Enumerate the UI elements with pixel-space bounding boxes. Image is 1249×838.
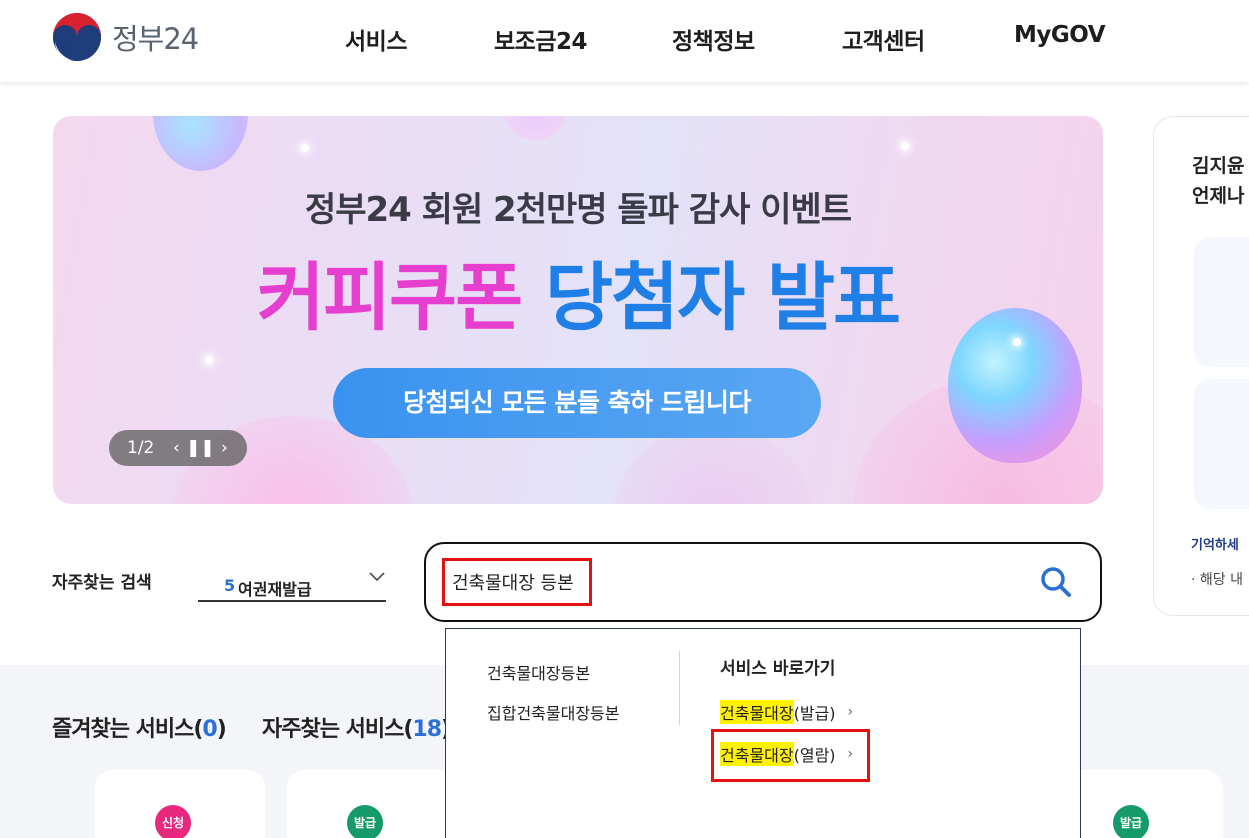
search-icon[interactable]: [1038, 564, 1074, 600]
frequent-search-term: 여권재발급: [238, 580, 312, 599]
pause-icon[interactable]: ❚❚: [186, 434, 215, 462]
issue-badge: 발급: [1113, 805, 1149, 838]
chevron-down-icon: [369, 572, 385, 582]
chevron-right-icon: ›: [847, 704, 854, 720]
banner-slider-controls: 1/2 ‹ ❚❚ ›: [109, 430, 247, 466]
nav-policy-info[interactable]: 정책정보: [672, 22, 755, 56]
nav-mygov[interactable]: MyGOV: [1014, 22, 1106, 48]
sparkle-decor: [301, 144, 309, 152]
site-header: 정부24 서비스 보조금24 정책정보 고객센터 MyGOV: [0, 0, 1249, 82]
search-input[interactable]: [442, 558, 592, 606]
highlight-box: [711, 729, 870, 782]
search-box: [424, 542, 1102, 622]
remember-text: 기억하세: [1191, 538, 1239, 553]
nav-customer-center[interactable]: 고객센터: [842, 22, 925, 56]
banner-title-pink: 커피쿠폰: [256, 255, 523, 341]
tab-frequent-services[interactable]: 자주찾는 서비스(18): [262, 711, 451, 743]
banner-title: 커피쿠폰 당첨자 발표: [53, 238, 1103, 345]
suggestion-item[interactable]: 건축물대장등본: [487, 660, 590, 684]
frequent-search-label: 자주찾는 검색: [52, 573, 152, 593]
banner-cta-button[interactable]: 당첨되신 모든 분들 축하 드립니다: [333, 368, 821, 438]
service-card[interactable]: 신청: [95, 770, 265, 838]
greeting-line-2: 언제나: [1192, 185, 1245, 207]
issue-badge: 발급: [347, 805, 383, 838]
sparkle-decor: [901, 142, 909, 150]
search-autocomplete: 건축물대장등본 집합건축물대장등본 서비스 바로가기 건축물대장 (발급) › 건축…: [445, 628, 1081, 838]
frequent-search-select[interactable]: 5 여권재발급: [198, 566, 386, 602]
greeting-line-1: 김지윤: [1192, 155, 1245, 177]
frequent-search-rank: 5: [224, 576, 236, 595]
banner-subtitle: 정부24 회원 2천만명 돌파 감사 이벤트: [304, 190, 852, 230]
shortcut-link-issue[interactable]: 건축물대장 (발급) ›: [720, 700, 853, 724]
shortcut-title: 서비스 바로가기: [720, 659, 836, 679]
dropdown-divider: [679, 651, 680, 725]
nav-services[interactable]: 서비스: [345, 22, 407, 56]
balloon-decor: [153, 116, 248, 171]
apply-badge: 신청: [155, 805, 191, 838]
suggestion-item[interactable]: 집합건축물대장등본: [487, 700, 619, 724]
balloon-decor: [503, 116, 567, 140]
main-nav: 서비스 보조금24 정책정보 고객센터 MyGOV: [0, 22, 1249, 62]
next-slide-icon[interactable]: ›: [212, 434, 236, 462]
tab-favorite-services[interactable]: 즐겨찾는 서비스(0): [52, 711, 227, 743]
nav-subsidy24[interactable]: 보조금24: [494, 22, 588, 56]
user-greeting: 김지윤 언제나: [1192, 151, 1244, 211]
user-panel-card[interactable]: [1194, 379, 1249, 509]
event-banner[interactable]: 정부24 회원 2천만명 돌파 감사 이벤트 커피쿠폰 당첨자 발표 당첨되신 …: [53, 116, 1103, 504]
service-card[interactable]: 발급: [287, 770, 457, 838]
banner-title-blue: 당첨자 발표: [544, 255, 901, 341]
panel-note: · 해당 내: [1191, 572, 1243, 588]
prev-slide-icon[interactable]: ‹: [164, 434, 188, 462]
sparkle-decor: [205, 356, 213, 364]
user-panel: 김지윤 언제나 기억하세 · 해당 내: [1153, 116, 1249, 616]
slide-counter: 1/2: [127, 438, 155, 458]
user-panel-card[interactable]: [1194, 237, 1249, 367]
